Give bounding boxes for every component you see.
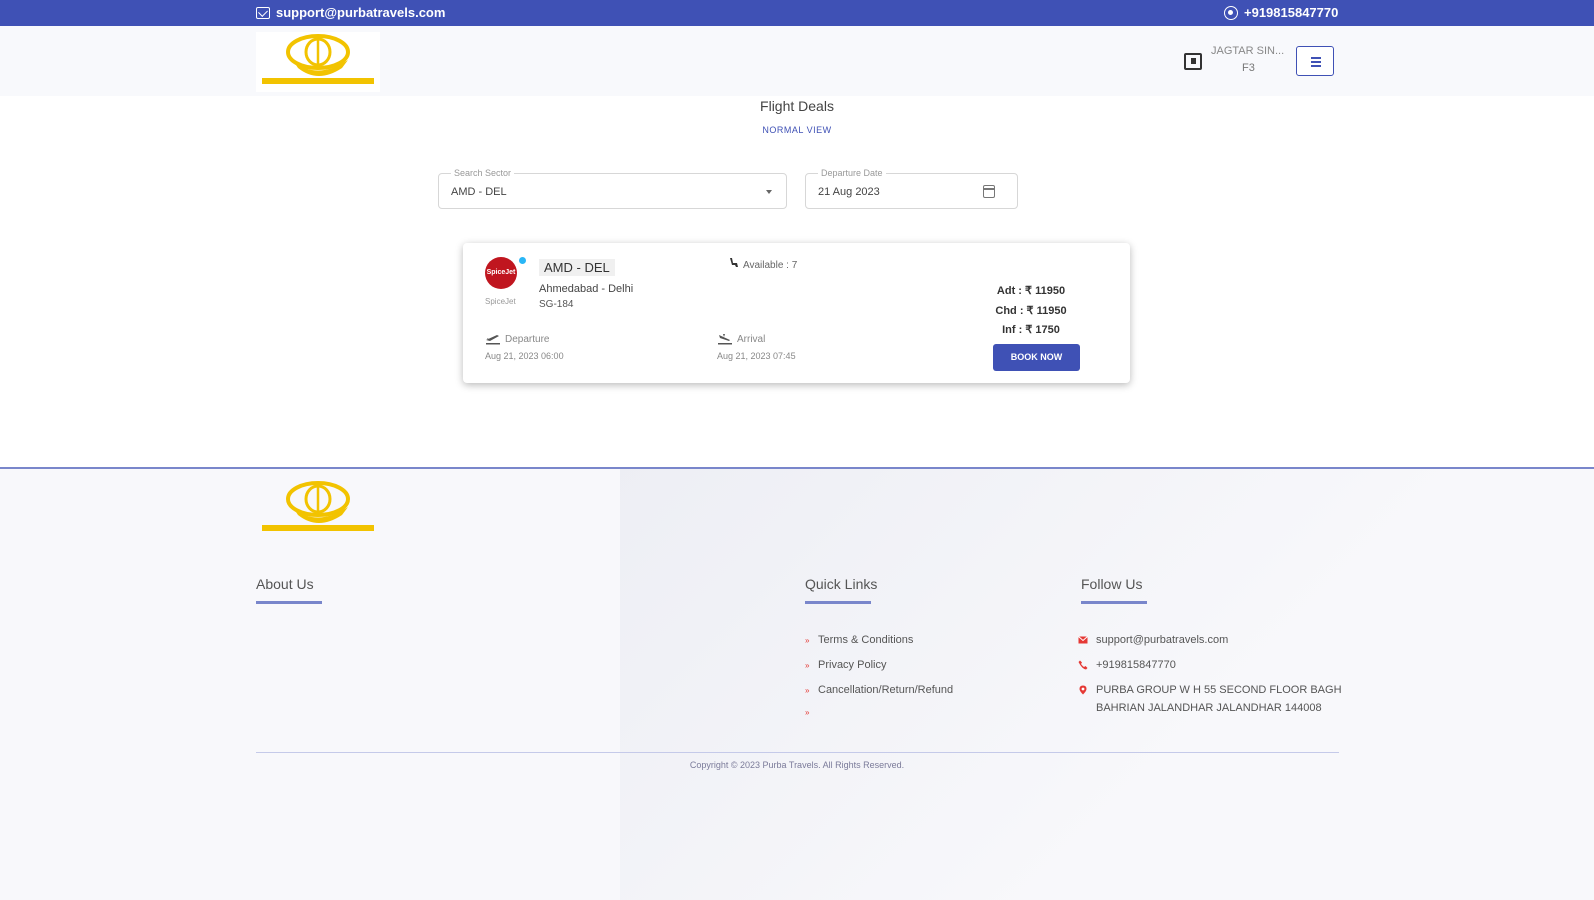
departure-date-value[interactable]: 21 Aug 2023	[818, 186, 880, 198]
book-now-button[interactable]: BOOK NOW	[993, 344, 1080, 371]
follow-us-underline	[1081, 601, 1147, 604]
flight-deal-card: SpiceJet SpiceJet AMD - DEL Ahmedabad - …	[463, 243, 1130, 383]
fare-infant: Inf : ₹ 1750	[1002, 324, 1060, 336]
topbar-phone[interactable]: +919815847770	[1224, 5, 1338, 20]
departure-time: Aug 21, 2023 06:00	[485, 351, 564, 361]
mail-icon	[256, 6, 270, 19]
departure-label: Departure	[505, 334, 550, 345]
footer-link-empty[interactable]: »	[805, 708, 818, 717]
map-pin-icon	[1079, 685, 1087, 695]
hamburger-icon-line	[1311, 65, 1321, 67]
calendar-icon[interactable]	[983, 185, 995, 198]
envelope-icon	[1078, 636, 1088, 644]
footer-logo-graphic	[262, 481, 374, 531]
contact-phone-text[interactable]: +919815847770	[1096, 659, 1176, 671]
fare-child: Chd : ₹ 11950	[995, 305, 1067, 317]
fare-adult: Adt : ₹ 11950	[996, 285, 1066, 297]
contact-email-text[interactable]: support@purbatravels.com	[1096, 634, 1228, 646]
flight-number: SG-184	[539, 299, 574, 310]
footer-logo[interactable]	[256, 479, 380, 539]
chevron-right-icon: »	[805, 660, 810, 670]
departure-date-field[interactable]: Departure Date 21 Aug 2023	[805, 168, 1018, 209]
status-dot	[519, 257, 526, 264]
about-us-heading: About Us	[256, 576, 314, 592]
seat-icon	[730, 258, 738, 267]
search-sector-label: Search Sector	[451, 168, 515, 178]
user-code: F3	[1242, 62, 1255, 74]
footer-divider	[256, 752, 1339, 753]
quick-links-heading: Quick Links	[805, 576, 878, 592]
follow-us-heading: Follow Us	[1081, 576, 1143, 592]
chevron-right-icon: »	[805, 708, 810, 717]
phone-icon	[1078, 660, 1088, 670]
logo-graphic	[262, 34, 374, 84]
normal-view-link[interactable]: NORMAL VIEW	[0, 125, 1594, 135]
topbar-phone-text[interactable]: +919815847770	[1244, 5, 1338, 20]
footer-contact-phone[interactable]: +919815847770	[1078, 659, 1176, 671]
footer-link-privacy[interactable]: » Privacy Policy	[805, 659, 886, 671]
chevron-right-icon: »	[805, 685, 810, 695]
contact-address-text: PURBA GROUP W H 55 SECOND FLOOR BAGH BAH…	[1096, 684, 1342, 714]
airline-name: SpiceJet	[485, 297, 516, 306]
whatsapp-icon	[1224, 5, 1238, 20]
top-contact-bar: support@purbatravels.com +919815847770	[0, 0, 1594, 26]
site-footer: About Us Quick Links Follow Us » Terms &…	[0, 467, 1594, 900]
search-sector-value[interactable]: AMD - DEL	[451, 186, 507, 198]
copyright-text: Copyright © 2023 Purba Travels. All Righ…	[689, 760, 905, 770]
seats-available: Available : 7	[743, 260, 798, 271]
departure-date-label: Departure Date	[818, 168, 886, 178]
purba-group-logo[interactable]	[256, 32, 380, 92]
site-header: JAGTAR SIN... F3	[0, 26, 1594, 96]
topbar-email[interactable]: support@purbatravels.com	[256, 5, 445, 20]
topbar-email-text[interactable]: support@purbatravels.com	[276, 5, 445, 20]
search-sector-select[interactable]: Search Sector AMD - DEL	[438, 168, 787, 209]
page-title: Flight Deals	[760, 98, 834, 114]
quick-links-underline	[805, 601, 871, 604]
footer-link-cancellation[interactable]: » Cancellation/Return/Refund	[805, 684, 953, 696]
footer-contact-address: PURBA GROUP W H 55 SECOND FLOOR BAGH BAH…	[1078, 684, 1346, 717]
footer-link-label[interactable]: Cancellation/Return/Refund	[818, 684, 953, 696]
airline-logo: SpiceJet	[485, 257, 517, 289]
chevron-down-icon[interactable]	[766, 190, 772, 194]
chevron-right-icon: »	[805, 635, 810, 645]
takeoff-icon	[486, 335, 500, 345]
wallet-icon[interactable]	[1184, 53, 1202, 70]
footer-link-label[interactable]: Terms & Conditions	[818, 634, 913, 646]
landing-icon	[718, 334, 732, 345]
about-us-underline	[256, 601, 322, 604]
route-code: AMD - DEL	[539, 259, 615, 276]
arrival-time: Aug 21, 2023 07:45	[717, 351, 796, 361]
hamburger-icon	[1311, 57, 1321, 59]
route-cities: Ahmedabad - Delhi	[539, 283, 634, 295]
footer-link-terms[interactable]: » Terms & Conditions	[805, 634, 913, 646]
user-name[interactable]: JAGTAR SIN...	[1211, 45, 1284, 57]
arrival-label: Arrival	[737, 334, 766, 345]
hamburger-icon-line	[1311, 61, 1321, 63]
menu-button[interactable]	[1296, 46, 1334, 76]
footer-contact-email[interactable]: support@purbatravels.com	[1078, 634, 1228, 646]
footer-link-label[interactable]: Privacy Policy	[818, 659, 886, 671]
